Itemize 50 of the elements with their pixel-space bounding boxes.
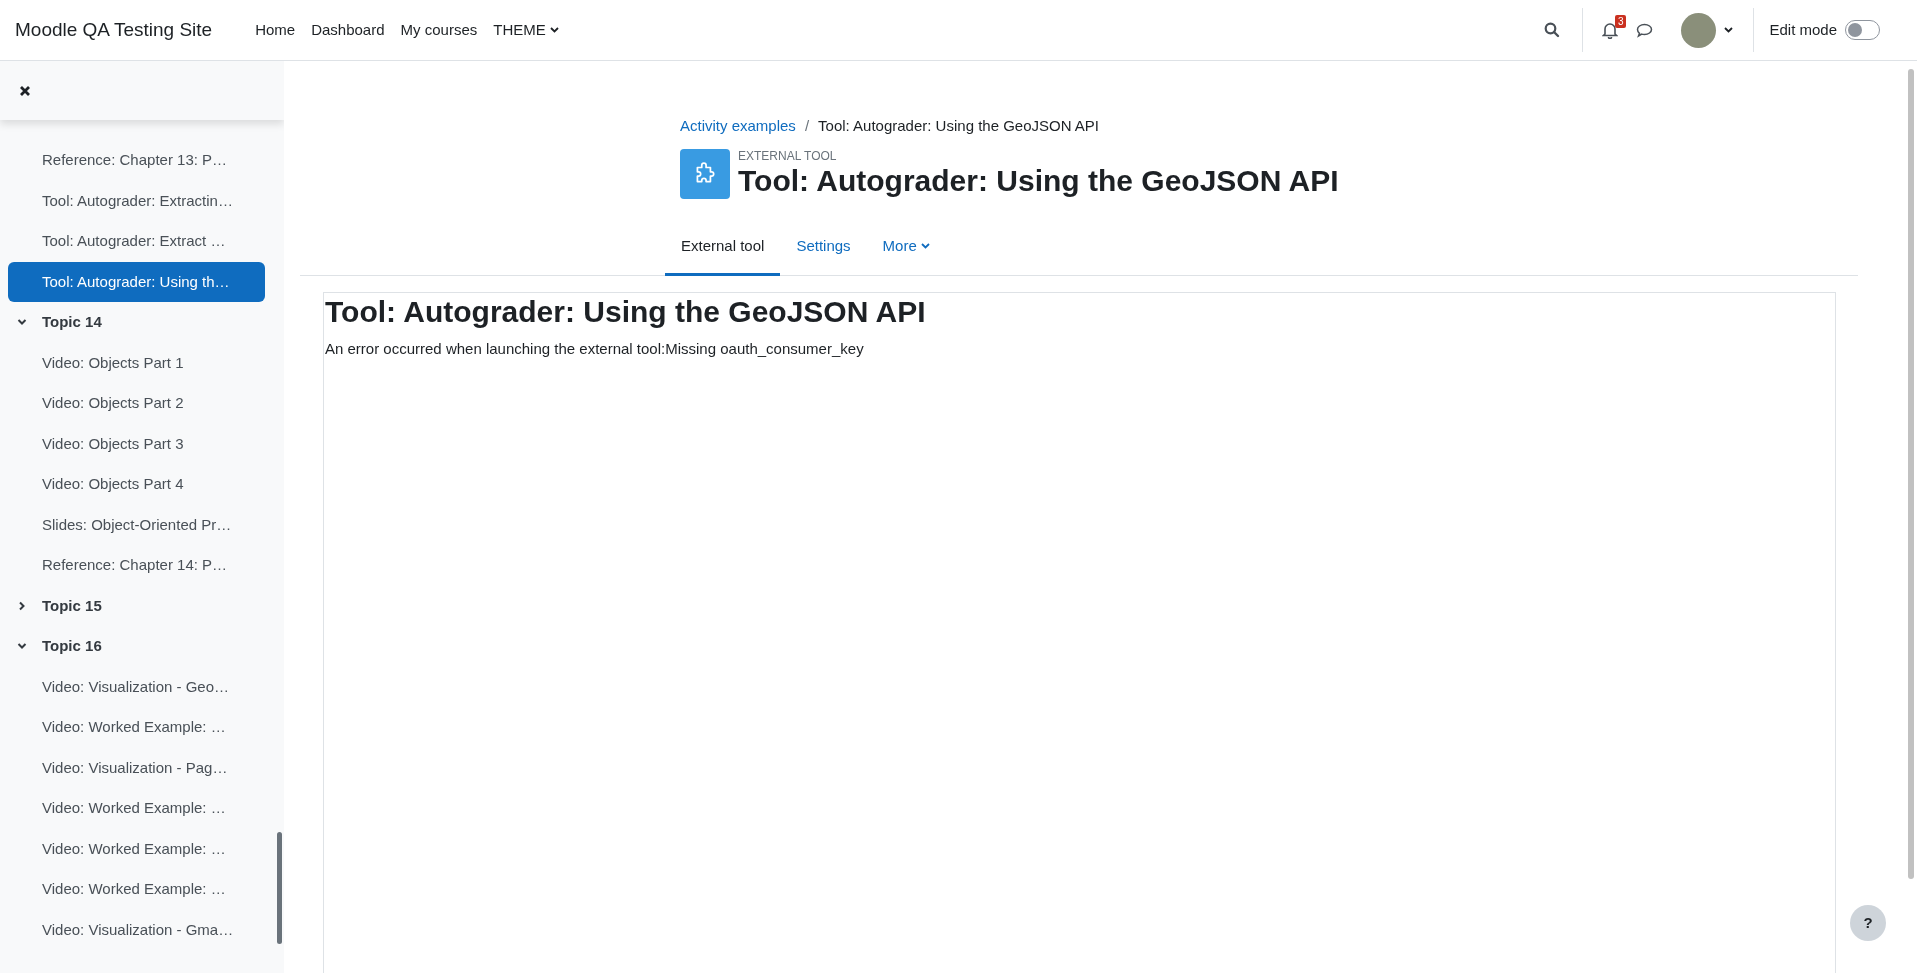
- speech-bubble-icon: [1635, 22, 1653, 38]
- site-name[interactable]: Moodle QA Testing Site: [15, 15, 213, 45]
- course-index-item[interactable]: Video: Worked Example: …: [8, 869, 265, 910]
- close-button[interactable]: [18, 83, 32, 98]
- course-index-item[interactable]: Video: Objects Part 4: [8, 464, 265, 505]
- nav-link[interactable]: Dashboard: [303, 18, 393, 42]
- error-message: An error occurred when launching the external tool:Missing oauth_consumer_key: [325, 339, 865, 359]
- edit-mode-toggle[interactable]: [1845, 20, 1880, 40]
- breadcrumb-current: Tool: Autograder: Using the GeoJSON API: [818, 115, 1100, 136]
- search-icon: [1544, 22, 1561, 38]
- course-index-item[interactable]: Slides: Object-Oriented Pr…: [8, 504, 265, 545]
- notification-count: 3: [1614, 15, 1627, 28]
- tab[interactable]: More: [866, 219, 946, 276]
- course-index-item[interactable]: Video: Visualization - Pag…: [8, 747, 265, 788]
- puzzle-icon: [680, 149, 730, 199]
- tab[interactable]: Settings: [780, 219, 867, 276]
- close-icon: [19, 84, 31, 97]
- tool-heading: Tool: Autograder: Using the GeoJSON API: [325, 294, 927, 330]
- edit-mode-label: Edit mode: [1769, 19, 1837, 40]
- course-index-item[interactable]: Video: Objects Part 1: [8, 342, 265, 383]
- course-index-item[interactable]: Video: Objects Part 2: [8, 383, 265, 424]
- tab[interactable]: External tool: [665, 219, 781, 276]
- course-index-item[interactable]: Tool: Autograder: Using th…: [8, 261, 265, 302]
- bell-icon: [1602, 21, 1619, 39]
- chevron-right-icon[interactable]: [17, 600, 27, 611]
- user-menu-button[interactable]: [1681, 12, 1734, 48]
- nav-link[interactable]: THEME: [485, 18, 567, 42]
- course-index-item[interactable]: Tool: Autograder: Extract …: [8, 221, 265, 262]
- activity-type-label: EXTERNAL TOOL: [738, 149, 838, 163]
- breadcrumb-link[interactable]: Activity examples: [680, 114, 796, 138]
- notifications-button[interactable]: 3: [1595, 12, 1626, 48]
- section-title[interactable]: Topic 14: [42, 311, 102, 334]
- course-index-item[interactable]: Tool: Autograder: Extractin…: [8, 180, 265, 221]
- course-index-item[interactable]: Video: Objects Part 3: [8, 423, 265, 464]
- nav-link[interactable]: My courses: [392, 18, 486, 42]
- course-index-item[interactable]: Video: Worked Example: …: [8, 788, 265, 829]
- course-index-item[interactable]: Reference: Chapter 13: P…: [8, 140, 265, 181]
- nav-link[interactable]: Home: [247, 18, 304, 42]
- section-title[interactable]: Topic 15: [42, 594, 102, 617]
- course-index-item[interactable]: Video: Visualization - Gma…: [8, 909, 265, 950]
- course-index-item[interactable]: Video: Worked Example: …: [8, 828, 265, 869]
- breadcrumb-separator: /: [804, 115, 810, 136]
- section-title[interactable]: Topic 16: [42, 635, 102, 658]
- course-index-item[interactable]: Reference: Chapter 14: P…: [8, 545, 265, 586]
- help-button[interactable]: ?: [1850, 905, 1886, 941]
- chevron-down-icon: [1724, 27, 1734, 33]
- avatar-placeholder: [1681, 12, 1717, 48]
- course-index-item[interactable]: Video: Worked Example: …: [8, 707, 265, 748]
- course-index-item[interactable]: Video: Visualization - Geo…: [8, 666, 265, 707]
- page-title: Tool: Autograder: Using the GeoJSON API: [738, 163, 1339, 199]
